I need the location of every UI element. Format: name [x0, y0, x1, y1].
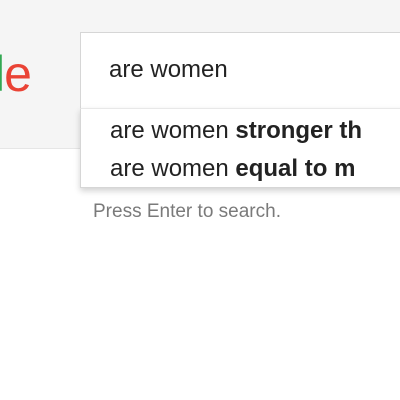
google-logo[interactable]: le [0, 46, 32, 102]
suggestion-completion: equal to m [235, 155, 356, 182]
search-box[interactable] [80, 32, 400, 109]
search-hint: Press Enter to search. [93, 201, 281, 222]
suggestion-completion: stronger th [235, 117, 363, 144]
search-input[interactable] [109, 55, 400, 85]
suggestion-item[interactable]: are women stronger th [110, 113, 362, 149]
suggestion-prefix: are women [110, 117, 236, 144]
suggestion-prefix: are women [110, 155, 236, 182]
suggestion-item[interactable]: are women equal to m [110, 151, 355, 187]
logo-letter-e: e [4, 46, 32, 102]
autocomplete-dropdown: are women stronger th are women equal to… [80, 108, 400, 188]
